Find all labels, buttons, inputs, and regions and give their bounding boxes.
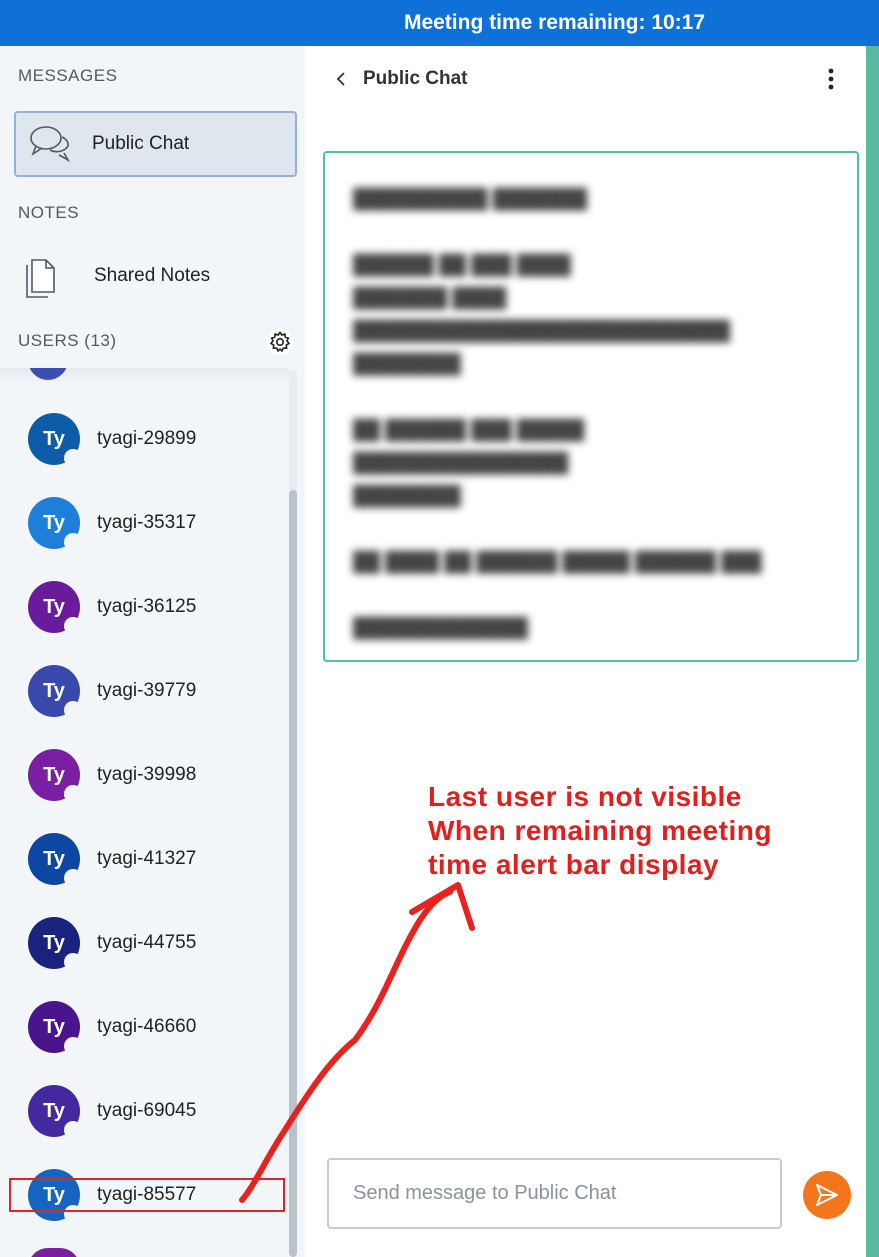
avatar: Ty [28,833,82,887]
blurred-text: ██ ████ ██ ██████ █████ ██████ ███ [353,552,762,573]
annotation-text: Last user is not visible When remaining … [428,780,848,882]
blurred-text: ██████ ██ ███ ████ [353,255,571,276]
user-list-item[interactable]: Ty tyagi-35317 [0,488,289,558]
user-list-item[interactable]: Ty tyagi-44755 [0,908,289,978]
user-list-item[interactable]: Ty tyagi-29899 [0,404,289,474]
blurred-text: ██ ██████ ███ █████ [353,420,585,441]
user-name: tyagi-44755 [97,932,197,953]
public-chat-item[interactable]: Public Chat [14,111,297,177]
user-list-item[interactable]: Ty tyagi-41327 [0,824,289,894]
chat-bubbles-icon [30,126,71,163]
user-list-scrollbar-thumb[interactable] [289,490,297,1257]
annotation-line: time alert bar display [428,849,720,880]
avatar: Ty [28,413,82,467]
user-name: tyagi-39779 [97,680,197,701]
chat-panel: Public Chat ██████████ ███████ ██████ ██… [305,46,866,1257]
annotation-line: When remaining meeting [428,815,772,846]
user-list-item[interactable]: Ty tyagi-46660 [0,992,289,1062]
user-name: tyagi-69045 [97,1100,197,1121]
blurred-text: ████████ [353,354,461,375]
user-name: tyagi-39998 [97,764,197,785]
blurred-text: ████████████████████████████ [353,321,730,342]
document-icon [26,259,55,298]
avatar: Ty [28,1001,82,1055]
blurred-text: ████████████████ [353,453,569,474]
send-button[interactable] [803,1171,851,1219]
user-list-item[interactable]: Ty tyagi-39998 [0,740,289,810]
avatar: Ty [28,665,82,719]
send-icon [816,1184,838,1206]
annotation-line: Last user is not visible [428,781,742,812]
meeting-time-alert-bar: Meeting time remaining: 10:17 [0,0,879,46]
chat-message-box[interactable] [327,1158,782,1229]
users-section-title: USERS (13) [18,331,117,350]
welcome-message: ██████████ ███████ ██████ ██ ███ ████ ██… [323,151,859,662]
public-chat-label: Public Chat [92,133,190,154]
hidden-last-user-highlight [9,1178,285,1212]
user-name: tyagi-46660 [97,1016,197,1037]
shared-notes-item[interactable]: Shared Notes [24,254,284,298]
chat-header[interactable]: Public Chat [333,64,468,94]
blurred-text: ███████ ████ [353,288,507,309]
chat-message-input[interactable] [329,1160,780,1227]
avatar: Ty [28,917,82,971]
right-edge-strip [866,46,879,1257]
chevron-left-icon[interactable] [333,70,351,88]
blurred-text: ██████████ ███████ [353,189,588,210]
blurred-text: █████████████ [353,618,528,639]
avatar: Ty [28,749,82,803]
user-list-item[interactable]: Ty tyagi-39779 [0,656,289,726]
meeting-time-remaining-text: Meeting time remaining: 10:17 [403,11,706,34]
avatar: Ty [28,1085,82,1139]
gear-icon[interactable] [266,328,294,356]
avatar: Ty [28,581,82,635]
notes-section-title: NOTES [18,203,80,222]
user-list-item[interactable]: Ty tyagi-36125 [0,572,289,642]
chat-title: Public Chat [363,68,468,89]
avatar: Ty [28,497,82,551]
user-name: tyagi-41327 [97,848,197,869]
shared-notes-label: Shared Notes [94,265,211,286]
messages-section-title: MESSAGES [18,66,118,85]
more-options-icon[interactable] [821,64,841,94]
blurred-text: ████████ [353,486,461,507]
user-name: tyagi-29899 [97,428,197,449]
user-list-item[interactable]: Ty tyagi-69045 [0,1076,289,1146]
user-name: tyagi-36125 [97,596,197,617]
user-name: tyagi-35317 [97,512,197,533]
